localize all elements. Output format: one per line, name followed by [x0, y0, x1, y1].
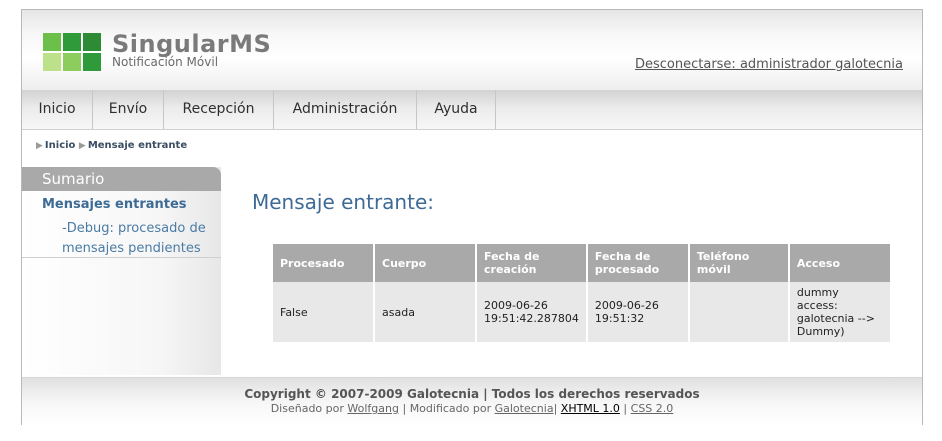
sidebar-item-mensajes-entrantes[interactable]: Mensajes entrantes	[42, 197, 187, 212]
xhtml-link[interactable]: XHTML 1.0	[561, 402, 620, 415]
nav-item-inicio[interactable]: Inicio	[22, 90, 93, 129]
app-subtitle: Notificación Móvil	[112, 55, 219, 69]
table-row: False asada 2009-06-26 19:51:42.287804 2…	[273, 282, 892, 342]
breadcrumb-arrow-icon: ▶	[78, 141, 86, 151]
nav-item-administracion[interactable]: Administración	[274, 90, 417, 129]
separator: |	[402, 402, 407, 415]
footer: Copyright © 2007-2009 Galotecnia | Todos…	[22, 377, 922, 425]
header: SingularMS Notificación Móvil Desconecta…	[22, 10, 922, 90]
modifier-link[interactable]: Galotecnia	[495, 402, 554, 415]
credits-line: Diseñado por Wolfgang | Modificado por G…	[22, 402, 922, 415]
table-header-row: Procesado Cuerpo Fecha de creación Fecha…	[273, 244, 892, 282]
logo-square	[43, 33, 61, 51]
copyright-text: Copyright © 2007-2009 Galotecnia | Todos…	[244, 387, 700, 401]
message-table: Procesado Cuerpo Fecha de creación Fecha…	[273, 244, 892, 342]
logo-square	[83, 53, 101, 71]
designer-link[interactable]: Wolfgang	[347, 402, 399, 415]
sidebar: Sumario Mensajes entrantes	[22, 167, 221, 375]
table-cell: asada	[374, 282, 477, 342]
column-header: Acceso	[788, 244, 892, 282]
table-cell	[688, 282, 790, 342]
column-header: Procesado	[273, 244, 375, 282]
column-header: Teléfono móvil	[688, 244, 790, 282]
page-frame: SingularMS Notificación Móvil Desconecta…	[21, 9, 923, 425]
column-header: Fecha de procesado	[586, 244, 690, 282]
logo-square	[63, 53, 81, 71]
css-link[interactable]: CSS 2.0	[631, 402, 674, 415]
nav-item-ayuda[interactable]: Ayuda	[417, 90, 496, 129]
main-nav: Inicio Envío Recepción Administración Ay…	[22, 90, 922, 130]
column-header: Cuerpo	[374, 244, 477, 282]
app-logo	[43, 33, 101, 71]
designed-by-label: Diseñado por	[270, 402, 344, 415]
separator: |	[553, 402, 558, 415]
breadcrumb-inicio[interactable]: Inicio	[45, 140, 76, 151]
nav-item-recepcion[interactable]: Recepción	[164, 90, 274, 129]
nav-item-envio[interactable]: Envío	[93, 90, 164, 129]
modified-by-label: Modificado por	[409, 402, 492, 415]
table-cell: 2009-06-26 19:51:42.287804	[476, 282, 588, 342]
sidebar-item-debug[interactable]: -Debug: procesado de mensajes pendientes	[62, 219, 212, 259]
separator: |	[623, 402, 628, 415]
column-header: Fecha de creación	[476, 244, 588, 282]
table-cell: 2009-06-26 19:51:32	[586, 282, 690, 342]
logo-square	[43, 53, 61, 71]
table-cell: False	[273, 282, 375, 342]
breadcrumb: ▶ Inicio ▶ Mensaje entrante	[36, 140, 187, 151]
sidebar-title: Sumario	[22, 167, 221, 191]
logout-link[interactable]: Desconectarse: administrador galotecnia	[635, 57, 903, 72]
breadcrumb-current: Mensaje entrante	[87, 140, 188, 151]
logo-square	[83, 33, 101, 51]
app-name: SingularMS	[112, 30, 272, 58]
table-cell: dummy access: galotecnia --> Dummy)	[788, 282, 892, 342]
page-title: Mensaje entrante:	[252, 190, 434, 214]
breadcrumb-arrow-icon: ▶	[36, 141, 43, 151]
logo-square	[63, 33, 81, 51]
